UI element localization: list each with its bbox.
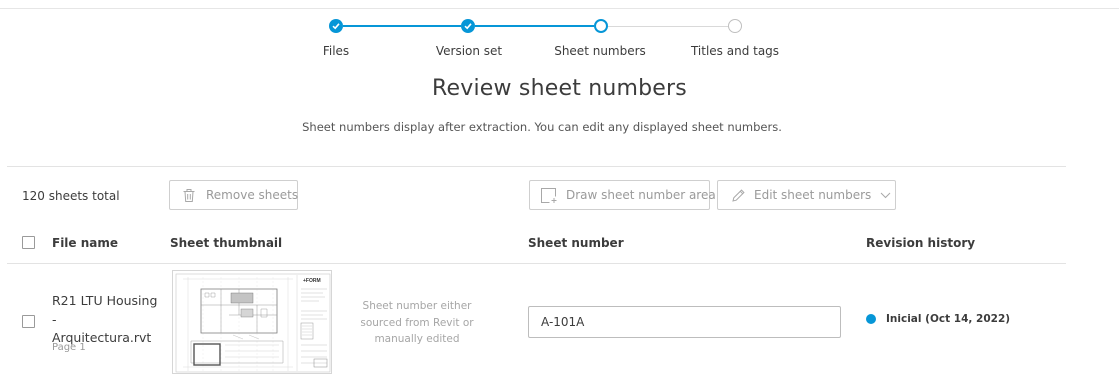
revision-status-dot (866, 314, 876, 324)
select-all-checkbox[interactable] (22, 236, 35, 249)
step-label-version-set: Version set (435, 44, 503, 58)
header-row-divider (7, 263, 1066, 264)
page-title: Review sheet numbers (432, 76, 687, 101)
file-name-line: - (52, 311, 57, 327)
progress-stepper: Files Version set Sheet numbers Titles a… (0, 0, 1119, 70)
edit-sheet-numbers-label: Edit sheet numbers (754, 188, 872, 202)
column-header-revision-history: Revision history (866, 236, 976, 250)
sheet-number-input[interactable]: A-101A (528, 306, 841, 338)
remove-sheets-button[interactable]: Remove sheets (169, 180, 298, 210)
step-sheet-numbers-dot (594, 19, 608, 33)
remove-sheets-label: Remove sheets (206, 188, 299, 202)
edit-sheet-numbers-button[interactable]: Edit sheet numbers (717, 180, 896, 210)
draw-area-icon (541, 187, 557, 203)
column-header-file-name[interactable]: File name (52, 236, 118, 250)
trash-icon (183, 188, 195, 202)
section-divider (7, 166, 1066, 167)
step-connector (608, 26, 728, 27)
column-header-sheet-thumbnail: Sheet thumbnail (170, 236, 283, 250)
pencil-icon (732, 188, 745, 202)
file-name-line: R21 LTU Housing (52, 293, 158, 308)
step-titles-tags-dot (728, 19, 742, 33)
step-version-set-check-icon (461, 19, 475, 33)
sheet-number-source-note: Sheet number either sourced from Revit o… (360, 300, 474, 345)
step-label-sheet-numbers: Sheet numbers (554, 44, 646, 58)
draw-sheet-number-area-label: Draw sheet number area (566, 188, 716, 202)
row-select-checkbox[interactable] (22, 315, 35, 328)
step-connector (343, 25, 461, 27)
file-name: R21 LTU Housing - Arquitectura.rvt (52, 292, 157, 348)
svg-text:+FORM: +FORM (303, 278, 321, 284)
revision-history-entry: Inicial (Oct 14, 2022) (866, 313, 1010, 325)
column-header-sheet-number[interactable]: Sheet number (528, 236, 624, 250)
sheet-count: 120 sheets total (22, 189, 120, 203)
page-subtitle: Sheet numbers display after extraction. … (302, 120, 782, 134)
revision-label: Inicial (Oct 14, 2022) (886, 313, 1011, 325)
step-files-check-icon (329, 19, 343, 33)
sheet-thumbnail[interactable]: +FORM (172, 270, 332, 374)
draw-sheet-number-area-button[interactable]: Draw sheet number area (529, 180, 716, 210)
step-label-titles-tags: Titles and tags (690, 44, 780, 58)
page-number: Page 1 (52, 342, 86, 353)
step-label-files: Files (322, 44, 350, 58)
chevron-down-icon (880, 192, 891, 198)
sheet-thumbnail-drawing: +FORM (175, 273, 331, 373)
step-connector (475, 25, 594, 27)
